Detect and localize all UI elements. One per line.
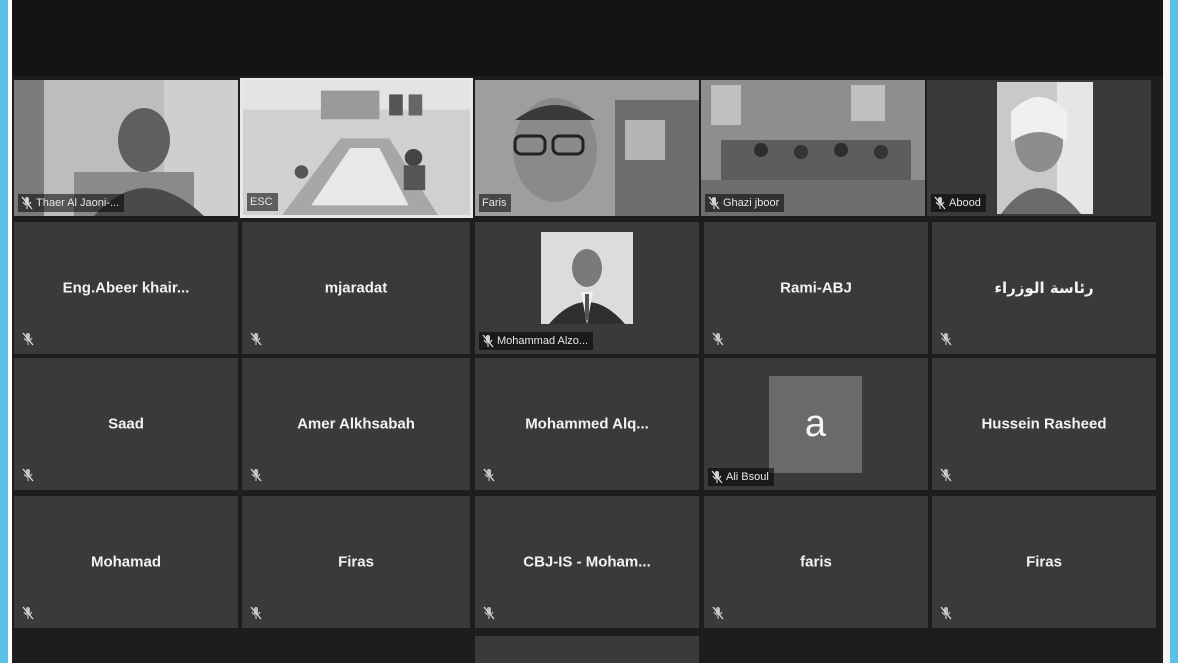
mic-muted-icon	[250, 468, 262, 482]
participant-tile[interactable]: رئاسة الوزراء	[932, 222, 1156, 354]
avatar: a	[769, 376, 862, 473]
participant-tile[interactable]: faris	[704, 496, 928, 628]
participant-name: Ali Bsoul	[726, 471, 769, 483]
participant-name-label: Abood	[931, 194, 986, 212]
participant-name-label: Faris	[479, 194, 512, 212]
mic-muted-icon	[934, 196, 946, 210]
participant-name: CBJ-IS - Moham...	[523, 553, 651, 571]
mic-muted-icon	[21, 196, 33, 210]
participant-name: faris	[800, 553, 832, 571]
participant-name: رئاسة الوزراء	[994, 279, 1094, 297]
mic-muted-icon	[250, 606, 262, 620]
participant-tile[interactable]: Amer Alkhsabah	[242, 358, 470, 490]
participant-name: ESC	[250, 196, 273, 208]
participant-tile-active-speaker[interactable]: ESC	[240, 78, 473, 218]
participant-tile[interactable]: Abood	[927, 80, 1151, 216]
participant-name-label: Mohammad Alzo...	[479, 332, 594, 350]
participant-name: Mohammad Alzo...	[497, 335, 589, 347]
mic-muted-icon	[22, 606, 34, 620]
participant-name: Mohammed Alq...	[525, 415, 649, 433]
video-feed	[997, 82, 1093, 214]
participant-tile[interactable]: Mohamad	[14, 496, 238, 628]
participant-name: Abood	[949, 197, 981, 209]
participant-name-label: Ali Bsoul	[708, 468, 774, 486]
mic-muted-icon	[940, 468, 952, 482]
participant-tile[interactable]: Eng.Abeer khair...	[14, 222, 238, 354]
participant-tile[interactable]: Firas	[932, 496, 1156, 628]
meeting-window: Thaer Al Jaoni-... ESC Faris Ghazi jboor…	[12, 0, 1163, 663]
participant-name-label: Ghazi jboor	[705, 194, 785, 212]
participant-tile[interactable]: Hussein Rasheed	[932, 358, 1156, 490]
participant-tile-partial[interactable]	[475, 636, 699, 663]
participant-name: Firas	[1026, 553, 1062, 571]
participant-tile[interactable]: Firas	[242, 496, 470, 628]
participant-tile[interactable]: Ghazi jboor	[701, 80, 925, 216]
participant-tile[interactable]: CBJ-IS - Moham...	[475, 496, 699, 628]
participant-name: Mohamad	[90, 553, 161, 571]
participant-tile[interactable]: Faris	[475, 80, 699, 216]
participant-name: mjaradat	[324, 279, 388, 297]
participant-name-label: ESC	[247, 193, 278, 211]
participant-tile[interactable]: Mohammad Alzo...	[475, 222, 699, 354]
mic-muted-icon	[483, 468, 495, 482]
page-left-border	[0, 0, 8, 663]
participant-tile[interactable]: Rami-ABJ	[704, 222, 928, 354]
participant-name: Ghazi jboor	[723, 197, 780, 209]
mic-muted-icon	[940, 606, 952, 620]
participant-tile[interactable]: a Ali Bsoul	[704, 358, 928, 490]
participant-name: Saad	[108, 415, 144, 433]
mic-muted-icon	[250, 332, 262, 346]
profile-picture	[541, 232, 633, 324]
participant-name: Faris	[482, 197, 507, 209]
mic-muted-icon	[22, 332, 34, 346]
gallery-view: Thaer Al Jaoni-... ESC Faris Ghazi jboor…	[12, 0, 1163, 663]
mic-muted-icon	[940, 332, 952, 346]
participant-name: Firas	[338, 553, 374, 571]
mic-muted-icon	[711, 470, 723, 484]
mic-muted-icon	[482, 334, 494, 348]
participant-tile[interactable]: Thaer Al Jaoni-...	[14, 80, 238, 216]
mic-muted-icon	[712, 606, 724, 620]
participant-tile[interactable]: Saad	[14, 358, 238, 490]
mic-muted-icon	[708, 196, 720, 210]
participant-name: Thaer Al Jaoni-...	[36, 197, 120, 209]
page-right-strip	[1163, 0, 1170, 663]
participant-name: Eng.Abeer khair...	[62, 279, 190, 297]
participant-tile[interactable]: mjaradat	[242, 222, 470, 354]
participant-name: Amer Alkhsabah	[297, 415, 415, 433]
participant-name: Rami-ABJ	[780, 279, 852, 297]
mic-muted-icon	[483, 606, 495, 620]
participant-name-label: Thaer Al Jaoni-...	[18, 194, 125, 212]
mic-muted-icon	[712, 332, 724, 346]
mic-muted-icon	[22, 468, 34, 482]
participant-tile[interactable]: Mohammed Alq...	[475, 358, 699, 490]
page-right-border	[1170, 0, 1178, 663]
participant-name: Hussein Rasheed	[981, 415, 1107, 433]
